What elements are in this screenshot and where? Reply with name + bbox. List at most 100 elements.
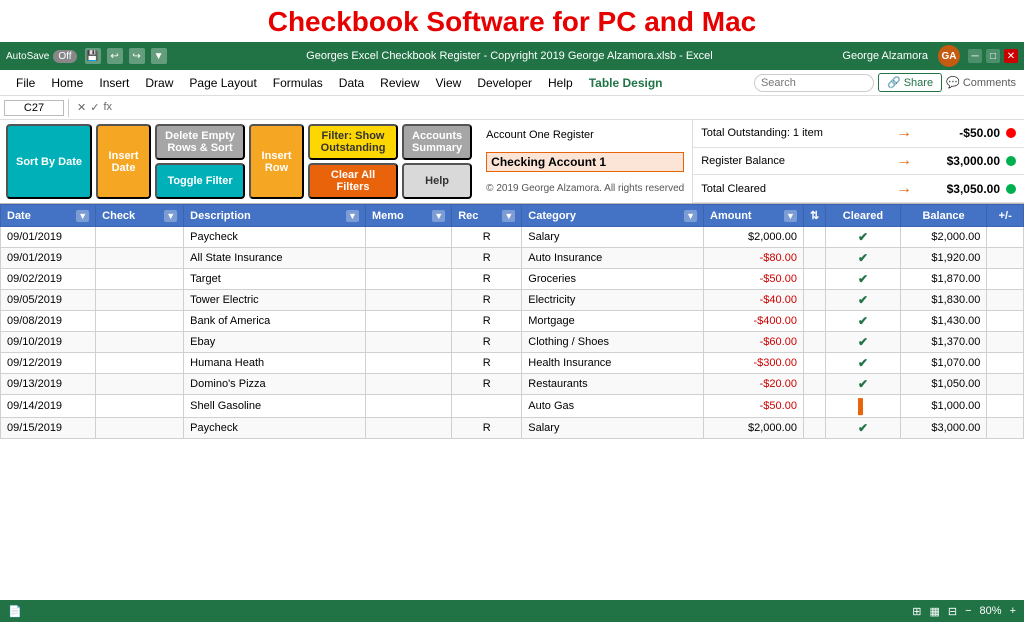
memo-filter[interactable]: ▼ (432, 210, 445, 222)
total-outstanding-dot (1006, 128, 1016, 138)
table-row[interactable]: 09/10/2019 Ebay R Clothing / Shoes -$60.… (1, 332, 1024, 353)
formula-bar: ✕ ✓ fx (0, 96, 1024, 120)
save-icon[interactable]: 💾 (85, 48, 101, 64)
cell-rec: R (452, 248, 522, 269)
undo-icon[interactable]: ↩ (107, 48, 123, 64)
cell-amount: -$400.00 (704, 311, 804, 332)
table-row[interactable]: 09/13/2019 Domino's Pizza R Restaurants … (1, 374, 1024, 395)
zoom-in-btn[interactable]: + (1010, 605, 1016, 617)
cancel-formula-icon[interactable]: ✕ (77, 101, 86, 114)
share-button[interactable]: 🔗 Share (878, 73, 942, 92)
table-row[interactable]: 09/14/2019 Shell Gasoline Auto Gas -$50.… (1, 395, 1024, 418)
redo-icon[interactable]: ↪ (129, 48, 145, 64)
user-avatar[interactable]: GA (938, 45, 960, 67)
cell-cleared: ▌ (826, 395, 901, 418)
cell-dot (803, 374, 825, 395)
comments-button[interactable]: 💬 Comments (946, 76, 1016, 89)
menu-help[interactable]: Help (540, 74, 581, 92)
menu-data[interactable]: Data (331, 74, 372, 92)
menu-page-layout[interactable]: Page Layout (181, 74, 264, 92)
cat-filter[interactable]: ▼ (684, 210, 697, 222)
cell-plus-minus (987, 248, 1024, 269)
confirm-formula-icon[interactable]: ✓ (90, 101, 99, 114)
checkbook-table: Date▼ Check▼ Description▼ Memo▼ Rec▼ Cat… (0, 204, 1024, 439)
cell-memo (365, 248, 451, 269)
table-row[interactable]: 09/01/2019 Paycheck R Salary $2,000.00 ✔… (1, 227, 1024, 248)
customize-icon[interactable]: ▼ (151, 48, 167, 64)
menu-view[interactable]: View (428, 74, 470, 92)
insert-date-button[interactable]: Insert Date (96, 124, 151, 199)
col-date: Date▼ (1, 205, 96, 227)
table-row[interactable]: 09/01/2019 All State Insurance R Auto In… (1, 248, 1024, 269)
table-row[interactable]: 09/08/2019 Bank of America R Mortgage -$… (1, 311, 1024, 332)
cell-memo (365, 290, 451, 311)
status-sheet-icon: 📄 (8, 605, 22, 618)
insert-row-button[interactable]: Insert Row (249, 124, 304, 199)
menu-file[interactable]: File (8, 74, 43, 92)
cell-dot (803, 418, 825, 439)
menu-insert[interactable]: Insert (91, 74, 137, 92)
menu-home[interactable]: Home (43, 74, 91, 92)
cell-description: Target (184, 269, 366, 290)
menu-review[interactable]: Review (372, 74, 427, 92)
maximize-button[interactable]: □ (986, 49, 1000, 63)
cell-reference-input[interactable] (4, 100, 64, 116)
cell-plus-minus (987, 227, 1024, 248)
cell-date: 09/05/2019 (1, 290, 96, 311)
total-cleared-arrow: → (896, 180, 912, 198)
status-bar: 📄 ⊞ ▦ ⊟ − 80% + (0, 600, 1024, 622)
table-row[interactable]: 09/05/2019 Tower Electric R Electricity … (1, 290, 1024, 311)
cell-cleared: ✔ (826, 332, 901, 353)
col-memo: Memo▼ (365, 205, 451, 227)
cell-description: Bank of America (184, 311, 366, 332)
page-layout-icon[interactable]: ▦ (929, 605, 939, 618)
minimize-button[interactable]: ─ (968, 49, 982, 63)
cell-description: Ebay (184, 332, 366, 353)
autosave-toggle[interactable]: Off (53, 50, 76, 63)
cell-amount: -$50.00 (704, 395, 804, 418)
grid-view-icon[interactable]: ⊞ (912, 605, 921, 618)
cell-cleared: ✔ (826, 269, 901, 290)
cell-plus-minus (987, 290, 1024, 311)
file-title: Georges Excel Checkbook Register - Copyr… (177, 50, 843, 62)
delete-empty-button[interactable]: Delete Empty Rows & Sort (155, 124, 245, 160)
window-controls: ─ □ ✕ (968, 49, 1018, 63)
check-filter[interactable]: ▼ (164, 210, 177, 222)
page-break-icon[interactable]: ⊟ (948, 605, 957, 618)
amount-filter[interactable]: ▼ (784, 210, 797, 222)
date-filter[interactable]: ▼ (76, 210, 89, 222)
rec-filter[interactable]: ▼ (502, 210, 515, 222)
help-button[interactable]: Help (402, 163, 472, 199)
cleared-check-icon: ✔ (858, 335, 868, 349)
summary-right: Total Outstanding: 1 item → -$50.00 Regi… (693, 120, 1024, 203)
cleared-check-icon: ✔ (858, 230, 868, 244)
cell-description: Paycheck (184, 418, 366, 439)
cell-date: 09/02/2019 (1, 269, 96, 290)
cell-check (96, 353, 184, 374)
zoom-out-btn[interactable]: − (965, 605, 971, 617)
filter-show-button[interactable]: Filter: Show Outstanding (308, 124, 398, 160)
table-row[interactable]: 09/12/2019 Humana Heath R Health Insuran… (1, 353, 1024, 374)
desc-filter[interactable]: ▼ (346, 210, 359, 222)
menu-formulas[interactable]: Formulas (265, 74, 331, 92)
menu-table-design[interactable]: Table Design (581, 74, 671, 92)
cell-cleared: ✔ (826, 248, 901, 269)
cell-dot (803, 269, 825, 290)
cell-check (96, 269, 184, 290)
col-description: Description▼ (184, 205, 366, 227)
insert-function-icon[interactable]: fx (103, 101, 112, 114)
menu-draw[interactable]: Draw (137, 74, 181, 92)
cell-check (96, 227, 184, 248)
table-row[interactable]: 09/15/2019 Paycheck R Salary $2,000.00 ✔… (1, 418, 1024, 439)
toggle-filter-button[interactable]: Toggle Filter (155, 163, 245, 199)
cell-balance: $1,000.00 (900, 395, 987, 418)
sort-by-date-button[interactable]: Sort By Date (6, 124, 92, 199)
accounts-summary-button[interactable]: Accounts Summary (402, 124, 472, 160)
search-input[interactable] (754, 74, 874, 92)
table-row[interactable]: 09/02/2019 Target R Groceries -$50.00 ✔ … (1, 269, 1024, 290)
col-check: Check▼ (96, 205, 184, 227)
cell-balance: $1,370.00 (900, 332, 987, 353)
close-button[interactable]: ✕ (1004, 49, 1018, 63)
clear-all-button[interactable]: Clear All Filters (308, 163, 398, 199)
menu-developer[interactable]: Developer (469, 74, 540, 92)
